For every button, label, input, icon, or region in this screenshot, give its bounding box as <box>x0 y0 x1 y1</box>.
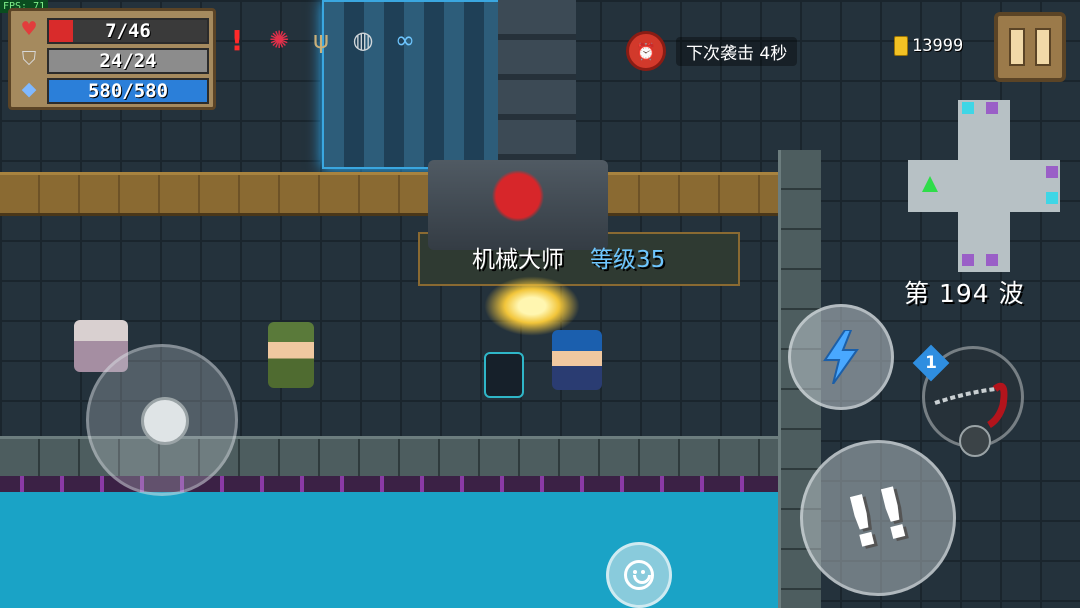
wave-counter: 第 194 波 <box>904 279 1025 308</box>
octopus-pet-icon: ✺ <box>268 26 290 54</box>
hp-bar: 7/46 <box>47 18 209 44</box>
attack-button[interactable]: !! <box>800 440 956 596</box>
swap-weapon-icon <box>959 425 991 457</box>
player-stats-panel: ♥ 7/46 ⛉ 24/24 ◆ 580/580 <box>8 8 216 110</box>
energy-text: 580/580 <box>87 80 169 102</box>
cat-pet <box>484 352 524 398</box>
pause-icon-bar <box>1035 28 1051 66</box>
diamond-icon: ◆ <box>21 78 37 100</box>
emote-button[interactable] <box>606 542 672 608</box>
explosion-effect <box>484 276 580 336</box>
lightning-icon <box>823 330 859 384</box>
gold-counter: 13999 <box>894 36 963 56</box>
weapon-switch-button[interactable]: 1 <box>922 346 1024 457</box>
smiley-icon <box>624 560 654 590</box>
minimap-enemy-icon <box>1046 166 1058 178</box>
attack-burst-icon: !! <box>837 470 919 566</box>
antler-buff-icon: ψ <box>313 26 329 54</box>
shield-icon: ⛉ <box>21 48 37 70</box>
pause-icon <box>1009 28 1025 66</box>
server-rack <box>498 0 576 165</box>
minimap-enemy-icon <box>986 254 998 266</box>
smiley-mouth <box>633 575 651 584</box>
movement-joystick[interactable] <box>86 344 238 496</box>
minimap-portal-icon <box>962 102 974 114</box>
buff-row: ! ✺ ψ ◍ ∞ <box>218 14 424 66</box>
gold-coin-icon <box>894 36 908 56</box>
infinity-buff-icon: ∞ <box>395 26 415 54</box>
soldier-npc <box>268 322 314 388</box>
player-character <box>552 330 602 390</box>
energy-bar: 580/580 <box>47 78 209 104</box>
minimap-portal-icon <box>1046 192 1058 204</box>
boss-name: 机械大师 <box>472 247 564 273</box>
armor-bar: 24/24 <box>47 48 209 74</box>
minimap-corridor-vertical <box>958 100 1010 272</box>
mech-master-boss <box>428 160 608 250</box>
joystick-knob[interactable] <box>141 397 189 445</box>
heart-icon: ♥ <box>20 18 38 40</box>
goggles-buff-icon: ◍ <box>352 26 374 54</box>
minimap-enemy-icon <box>962 254 974 266</box>
next-wave-timer: ⏰ 下次袭击 4秒 <box>626 31 798 71</box>
alert-icon: ! <box>230 23 244 57</box>
minimap[interactable] <box>900 100 1064 272</box>
boss-level: 等级35 <box>590 247 666 273</box>
game-scene: 机械大师 等级35 FPS: 71 ♥ 7/46 ⛉ 24/24 ◆ 580/5… <box>0 0 1080 608</box>
pause-button[interactable] <box>994 12 1066 82</box>
hp-text: 7/46 <box>105 20 151 42</box>
wave-timer-text: 下次袭击 4秒 <box>676 36 798 66</box>
alarm-clock-icon: ⏰ <box>626 31 666 71</box>
upper-wall <box>0 172 780 216</box>
minimap-enemy-icon <box>986 102 998 114</box>
armor-text: 24/24 <box>99 50 157 72</box>
skill-button[interactable] <box>788 304 894 410</box>
gold-amount: 13999 <box>912 36 964 56</box>
